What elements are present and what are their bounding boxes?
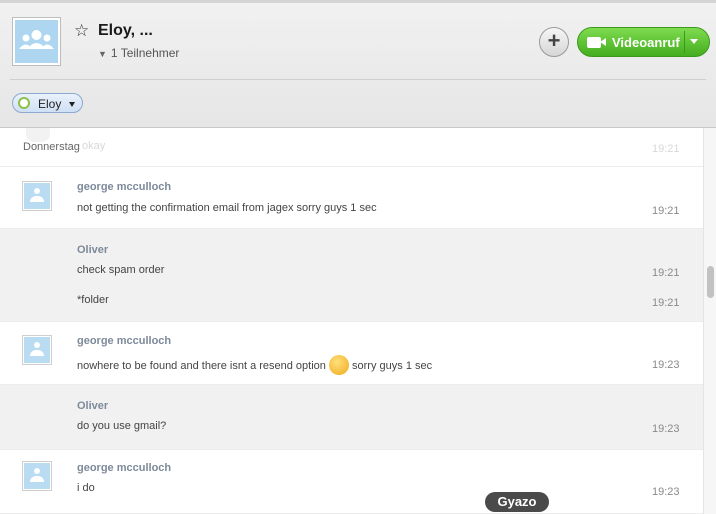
user-icon	[24, 463, 50, 489]
chat-window: ☆ Eloy, ... ▼ 1 Teilnehmer + Videoanruf E…	[0, 0, 716, 514]
message-timestamp: 19:23	[652, 486, 680, 498]
vertical-scrollbar[interactable]	[703, 128, 716, 514]
message-sender[interactable]: Oliver	[77, 400, 108, 412]
message-text-part: nowhere to be found and there isnt a res…	[77, 359, 326, 372]
message-timestamp: 19:23	[652, 359, 680, 371]
conversation-header: ☆ Eloy, ... ▼ 1 Teilnehmer + Videoanruf E…	[0, 0, 716, 128]
favorite-star-icon[interactable]: ☆	[74, 21, 89, 41]
avatar[interactable]	[22, 335, 52, 365]
message-row: george mcculloch not getting the confirm…	[0, 167, 703, 229]
message-timestamp: 19:21	[652, 267, 680, 279]
message-text: *folder	[77, 294, 109, 306]
message-text: i do	[77, 482, 95, 494]
faded-timestamp: 19:21	[652, 143, 680, 155]
message-text: do you use gmail?	[77, 420, 167, 432]
gyazo-badge[interactable]: Gyazo	[485, 492, 549, 512]
sad-face-emoji-icon	[328, 355, 349, 375]
message-timestamp: 19:21	[652, 297, 680, 309]
triangle-down-icon: ▼	[98, 49, 107, 59]
group-avatar[interactable]	[12, 17, 61, 66]
avatar[interactable]	[22, 461, 52, 491]
message-row: george mcculloch nowhere to be found and…	[0, 322, 703, 385]
add-participant-button[interactable]: +	[539, 27, 569, 57]
message-timestamp: 19:21	[652, 205, 680, 217]
message-sender[interactable]: george mcculloch	[77, 335, 171, 347]
message-text: check spam order	[77, 264, 165, 276]
faded-message-text: okay	[82, 140, 106, 152]
video-camera-icon	[587, 37, 606, 48]
conversation-title: Eloy, ...	[98, 22, 153, 39]
message-row: Oliver do you use gmail? 19:23	[0, 385, 703, 450]
header-divider	[10, 79, 706, 80]
video-call-label: Videoanruf	[612, 35, 680, 50]
day-separator: Donnerstag	[23, 141, 80, 153]
chevron-down-icon[interactable]	[690, 39, 698, 44]
message-sender[interactable]: george mcculloch	[77, 181, 171, 193]
message-list: okay 19:21 Donnerstag george mcculloch n…	[0, 128, 703, 514]
video-call-button[interactable]: Videoanruf	[577, 27, 710, 57]
button-separator	[684, 31, 685, 53]
contact-chip-eloy[interactable]: Eloy	[12, 93, 83, 113]
message-sender[interactable]: george mcculloch	[77, 462, 171, 474]
day-separator-row: okay 19:21 Donnerstag	[0, 128, 703, 167]
faded-avatar	[26, 128, 50, 142]
message-text: not getting the confirmation email from …	[77, 202, 377, 214]
chevron-down-icon	[69, 102, 75, 107]
message-row: Oliver check spam order 19:21 *folder 19…	[0, 229, 703, 322]
message-timestamp: 19:23	[652, 423, 680, 435]
group-people-icon	[15, 20, 58, 63]
message-text-part: sorry guys 1 sec	[352, 359, 433, 372]
status-online-icon	[18, 97, 30, 109]
window-top-border	[0, 0, 716, 3]
participants-toggle[interactable]: ▼ 1 Teilnehmer	[98, 46, 179, 60]
user-icon	[24, 183, 50, 209]
message-sender[interactable]: Oliver	[77, 244, 108, 256]
user-icon	[24, 337, 50, 363]
avatar[interactable]	[22, 181, 52, 211]
contact-chip-label: Eloy	[38, 97, 62, 111]
participants-count: 1 Teilnehmer	[110, 46, 180, 60]
message-text: nowhere to be found and there isnt a res…	[77, 355, 433, 376]
scrollbar-thumb[interactable]	[707, 266, 714, 298]
message-row: george mcculloch i do 19:23	[0, 450, 703, 514]
